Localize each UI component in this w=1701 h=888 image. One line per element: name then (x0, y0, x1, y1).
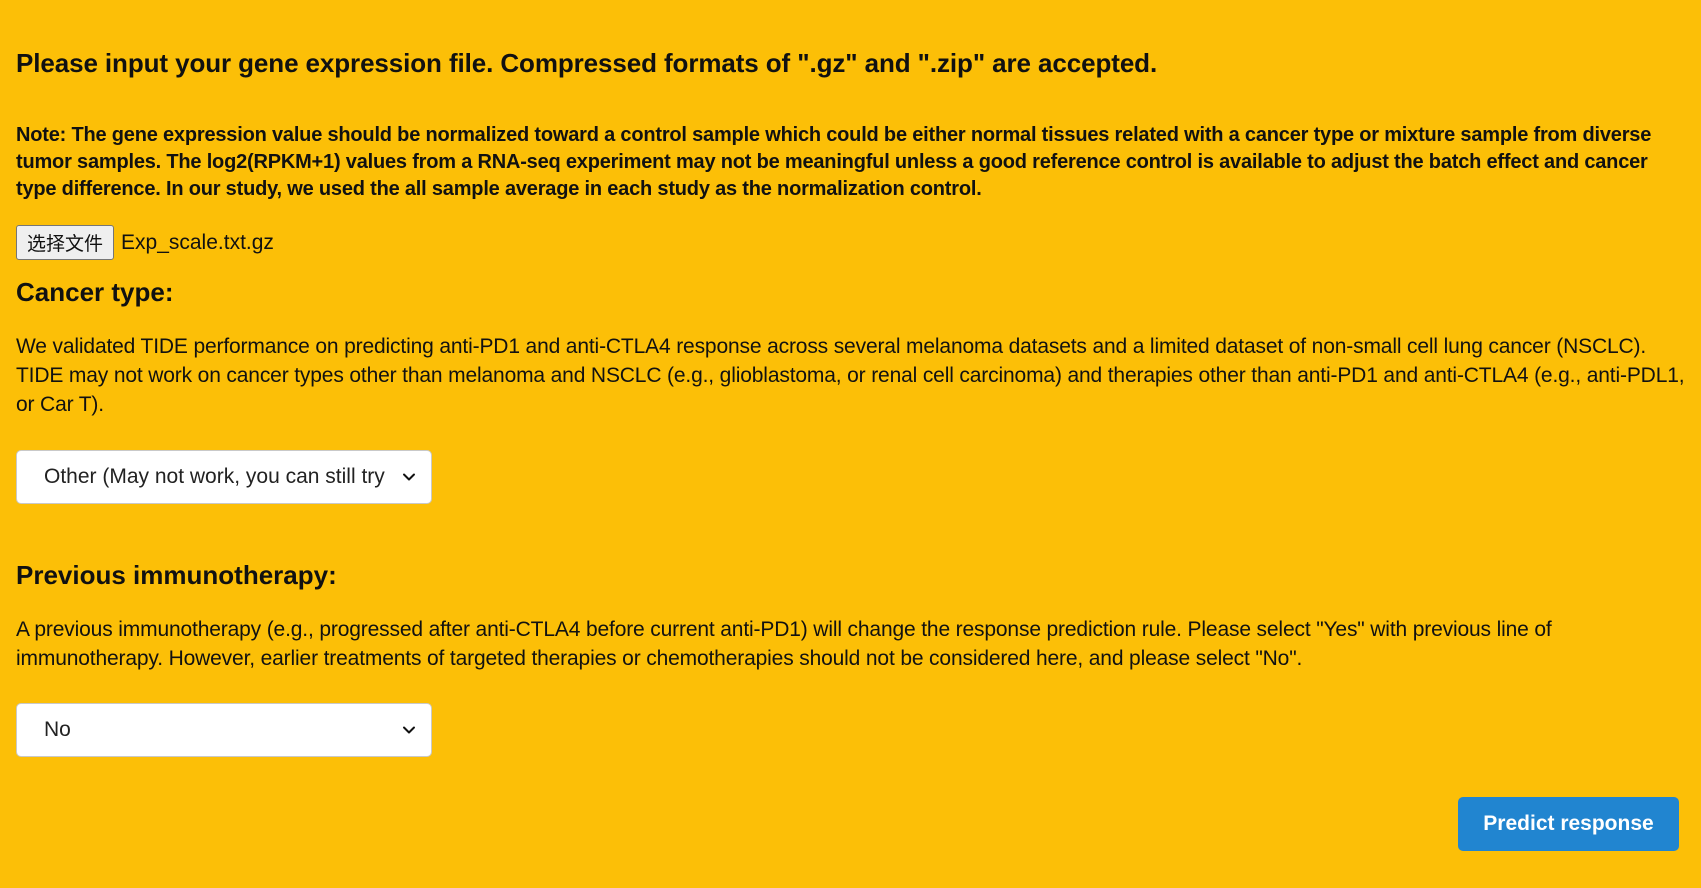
chevron-down-icon (403, 726, 415, 734)
tide-prediction-form: Please input your gene expression file. … (0, 0, 1701, 888)
previous-immunotherapy-select[interactable]: No (16, 703, 432, 757)
cancer-type-selected-value: Other (May not work, you can still try (44, 465, 385, 488)
selected-file-name: Exp_scale.txt.gz (121, 230, 274, 254)
file-input-row: 选择文件 Exp_scale.txt.gz (16, 225, 274, 260)
upload-heading: Please input your gene expression file. … (16, 48, 1158, 78)
cancer-type-description: We validated TIDE performance on predict… (16, 335, 1685, 416)
previous-immunotherapy-selected-value: No (44, 718, 71, 741)
previous-immunotherapy-heading: Previous immunotherapy: (16, 560, 337, 590)
normalization-note: Note: The gene expression value should b… (16, 124, 1652, 200)
previous-immunotherapy-description: A previous immunotherapy (e.g., progress… (16, 618, 1552, 670)
predict-response-button[interactable]: Predict response (1458, 797, 1679, 851)
choose-file-button[interactable]: 选择文件 (16, 225, 115, 260)
cancer-type-select[interactable]: Other (May not work, you can still try (16, 450, 432, 504)
chevron-down-icon (403, 473, 415, 481)
cancer-type-heading: Cancer type: (16, 277, 174, 307)
